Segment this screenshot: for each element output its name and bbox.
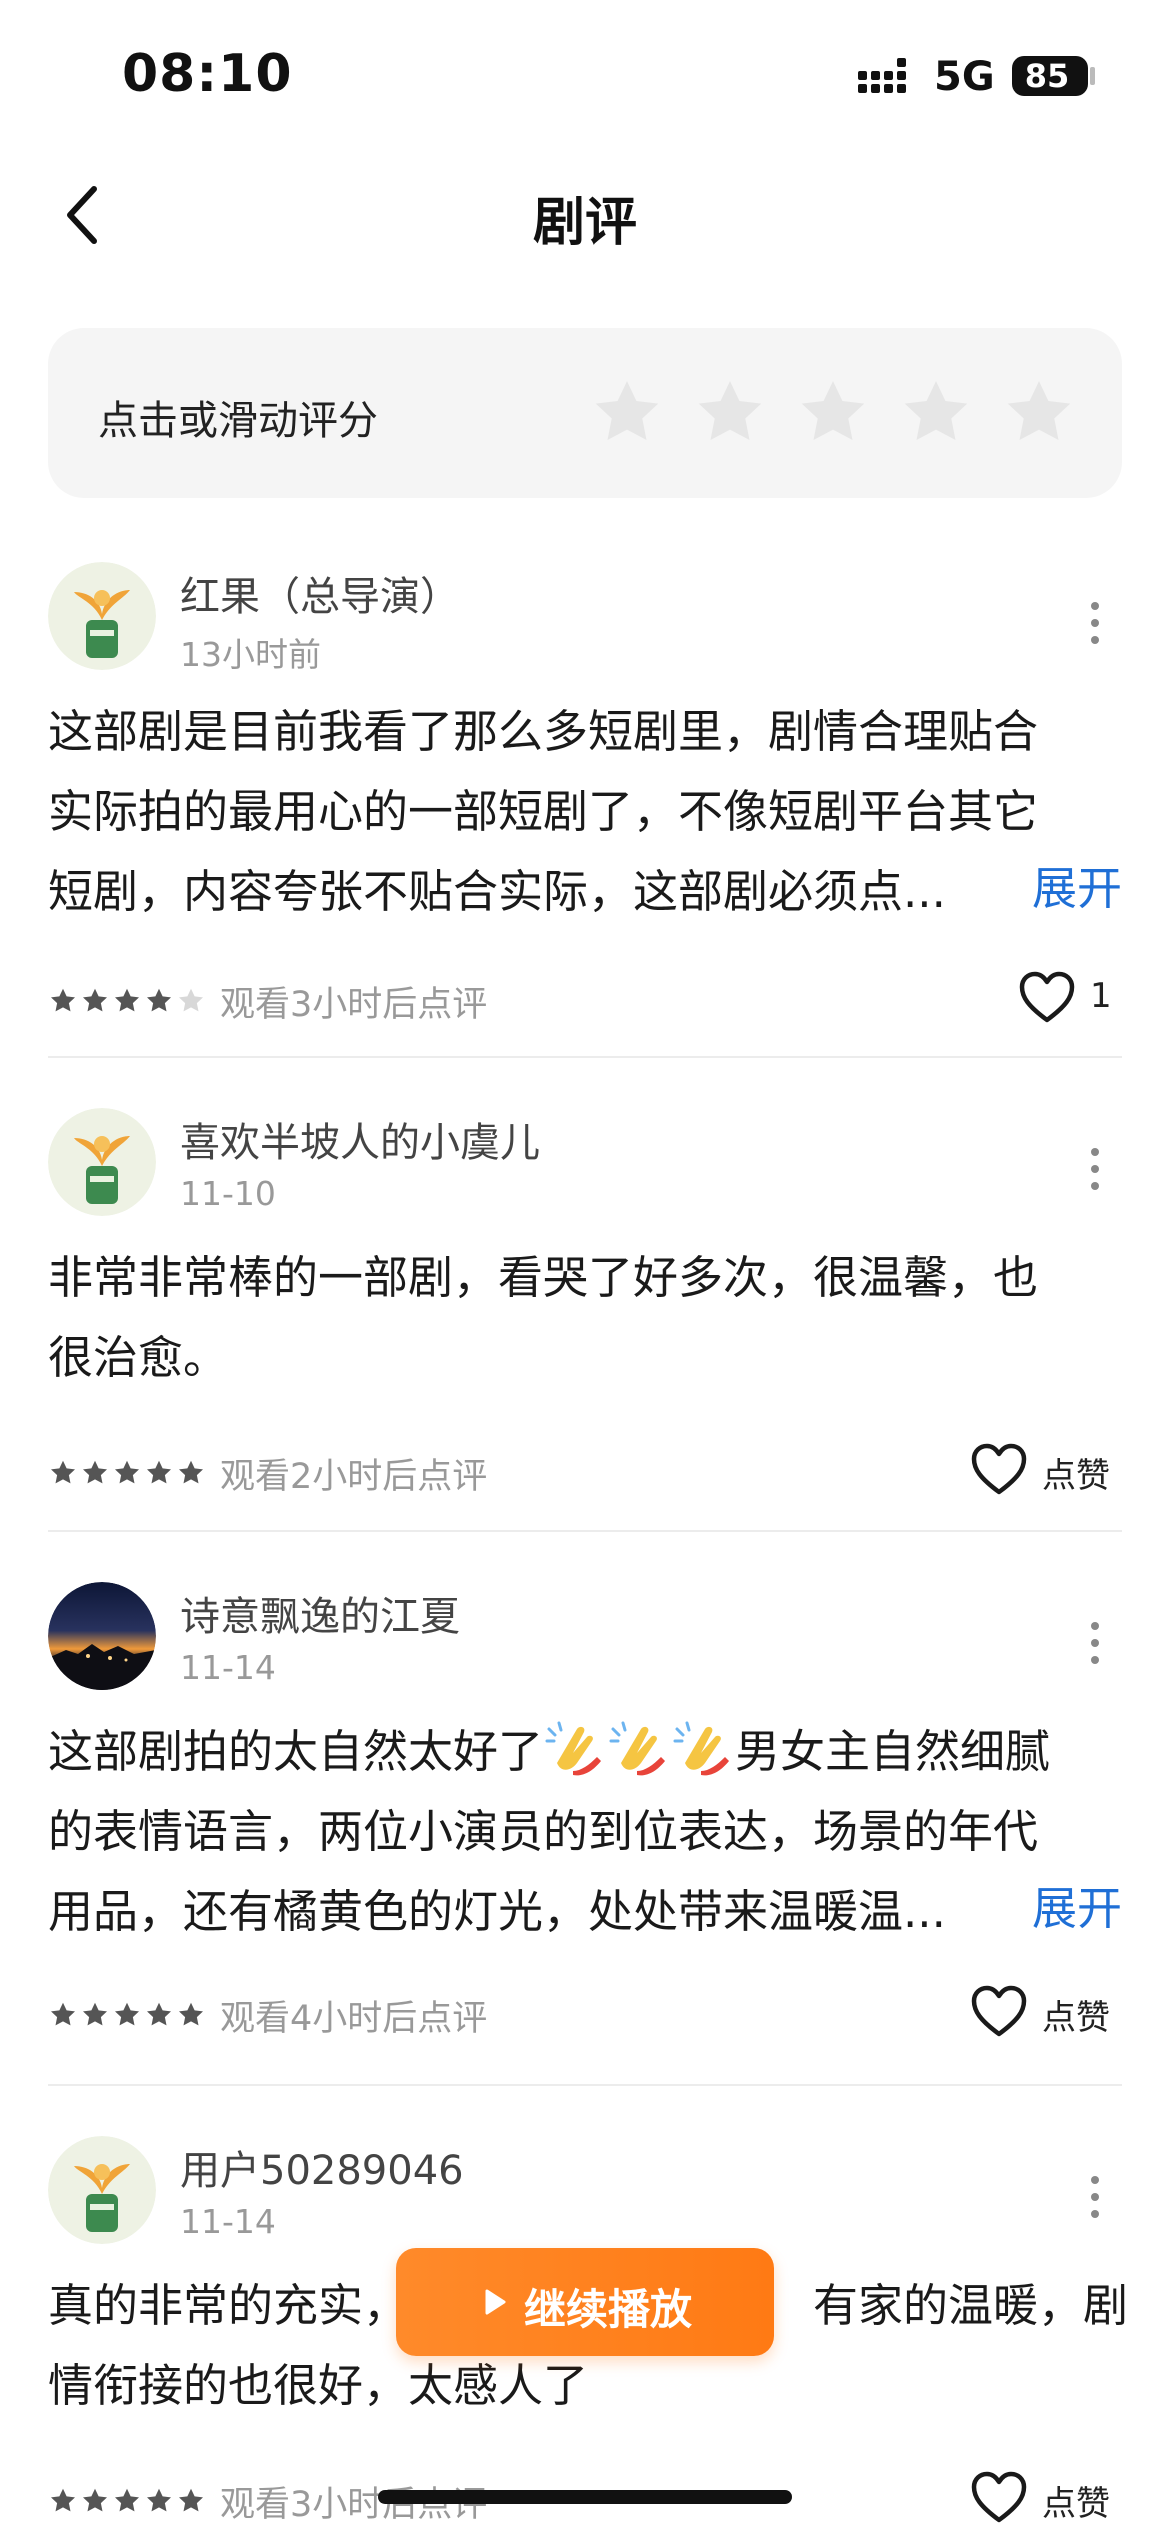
expand-link[interactable]: 展开	[1032, 1872, 1122, 1937]
review-time: 11-14	[180, 1648, 276, 1687]
more-options-button[interactable]	[1070, 588, 1120, 658]
like-button[interactable]: 1	[1018, 970, 1128, 1030]
rating-card[interactable]: 点击或滑动评分	[48, 328, 1122, 498]
review-text-line: 短剧，内容夸张不贴合实际，这部剧必须点...	[48, 865, 946, 918]
like-button[interactable]: 点赞	[970, 2470, 1130, 2530]
heart-icon	[971, 1985, 1027, 2037]
star-icon[interactable]	[588, 374, 666, 452]
review-text-part: 有家的温暖，剧	[812, 2279, 1128, 2332]
review-rating-stars	[51, 1460, 203, 1484]
watch-note: 观看3小时后点评	[220, 985, 488, 1025]
star-icon[interactable]	[691, 374, 769, 452]
user-avatar[interactable]	[48, 1582, 156, 1690]
more-options-button[interactable]	[1070, 1608, 1120, 1678]
more-dot	[1091, 1182, 1099, 1190]
home-indicator[interactable]	[378, 2490, 792, 2504]
username[interactable]: 诗意飘逸的江夏	[180, 1584, 460, 1642]
battery-icon: 85	[1012, 56, 1088, 96]
like-label: 点赞	[1042, 1998, 1110, 2038]
review-text-line: 的表情语言，两位小演员的到位表达，场景的年代	[48, 1805, 1039, 1858]
signal-icon	[858, 58, 906, 93]
divider	[48, 2084, 1122, 2086]
username[interactable]: 红果（总导演）	[180, 564, 460, 622]
review-text-line: 非常非常棒的一部剧，看哭了好多次，很温馨，也	[48, 1251, 1039, 1304]
more-dot	[1091, 1639, 1099, 1647]
battery-tip	[1090, 67, 1095, 85]
more-dot	[1091, 2176, 1099, 2184]
review-text-part: 真的非常的充实，	[48, 2279, 409, 2332]
heart-icon	[971, 2471, 1027, 2523]
rating-prompt: 点击或滑动评分	[98, 398, 378, 444]
review-text-line: 很治愈。	[48, 1331, 229, 1384]
review-text[interactable]: 这部剧拍的太自然太好了 男女主自然细腻 的表情语言，两位小演员的到位表达，场景的年…	[48, 1712, 1128, 1952]
divider	[48, 1530, 1122, 1532]
review-text-part: 这部剧拍的太自然太好了	[48, 1725, 544, 1778]
star-icon[interactable]	[1000, 374, 1078, 452]
clapping-hands-icon	[673, 1721, 730, 1776]
user-avatar[interactable]	[48, 562, 156, 670]
review-time: 13小时前	[180, 635, 321, 674]
more-dot	[1091, 602, 1099, 610]
page-title: 剧评	[532, 193, 637, 253]
review-text-line: 用品，还有橘黄色的灯光，处处带来温暖温...	[48, 1885, 946, 1938]
continue-playing-label: 继续播放	[524, 2285, 693, 2334]
heart-icon	[1019, 971, 1075, 1023]
star-icon[interactable]	[897, 374, 975, 452]
heart-icon	[971, 1443, 1027, 1495]
more-dot	[1091, 1622, 1099, 1630]
watch-note: 观看4小时后点评	[220, 1999, 488, 2039]
review-rating-stars	[51, 2488, 203, 2512]
like-button[interactable]: 点赞	[970, 1984, 1130, 2044]
continue-playing-button[interactable]: 继续播放	[396, 2248, 774, 2356]
more-dot	[1091, 2193, 1099, 2201]
user-avatar[interactable]	[48, 2136, 156, 2244]
like-count: 1	[1090, 976, 1112, 1016]
clapping-hands-icon	[545, 1721, 602, 1776]
network-type: 5G	[934, 54, 995, 100]
more-options-button[interactable]	[1070, 1134, 1120, 1204]
more-dot	[1091, 636, 1099, 644]
username[interactable]: 喜欢半坡人的小虞儿	[180, 1110, 540, 1168]
review-time: 11-10	[180, 1174, 276, 1213]
status-bar: 08:10 5G 85	[0, 0, 1170, 150]
battery-level: 85	[1024, 57, 1070, 95]
username[interactable]: 用户50289046	[180, 2138, 464, 2196]
more-dot	[1091, 1656, 1099, 1664]
user-avatar[interactable]	[48, 1108, 156, 1216]
review-text-line: 情衔接的也很好，太感人了	[48, 2359, 589, 2412]
review-rating-stars	[51, 2002, 203, 2026]
review-time: 11-14	[180, 2202, 276, 2241]
more-dot	[1091, 1165, 1099, 1173]
star-icon[interactable]	[794, 374, 872, 452]
more-dot	[1091, 1148, 1099, 1156]
review-page: 08:10 5G 85 剧评 点击或滑动评分 红果（总导演） 13小时前 这部剧…	[0, 0, 1170, 2532]
review-text-line: 这部剧拍的太自然太好了 男女主自然细腻	[48, 1712, 1128, 1792]
status-time: 08:10	[122, 44, 293, 104]
like-label: 点赞	[1042, 1456, 1110, 1496]
more-dot	[1091, 619, 1099, 627]
expand-link[interactable]: 展开	[1032, 852, 1122, 917]
review-text[interactable]: 这部剧是目前我看了那么多短剧里，剧情合理贴合 实际拍的最用心的一部短剧了，不像短…	[48, 692, 1128, 932]
review-text-line: 这部剧是目前我看了那么多短剧里，剧情合理贴合	[48, 705, 1039, 758]
clapping-hands-icon	[609, 1721, 666, 1776]
review-text[interactable]: 非常非常棒的一部剧，看哭了好多次，很温馨，也 很治愈。	[48, 1238, 1128, 1398]
more-dot	[1091, 2210, 1099, 2218]
like-label: 点赞	[1042, 2484, 1110, 2524]
like-button[interactable]: 点赞	[970, 1442, 1130, 1502]
review-text-line: 实际拍的最用心的一部短剧了，不像短剧平台其它	[48, 785, 1039, 838]
more-options-button[interactable]	[1070, 2162, 1120, 2232]
review-text-part: 男女主自然细腻	[735, 1725, 1051, 1778]
divider	[48, 1056, 1122, 1058]
play-icon	[485, 2289, 506, 2315]
watch-note: 观看2小时后点评	[220, 1457, 488, 1497]
review-rating-stars	[51, 988, 203, 1012]
